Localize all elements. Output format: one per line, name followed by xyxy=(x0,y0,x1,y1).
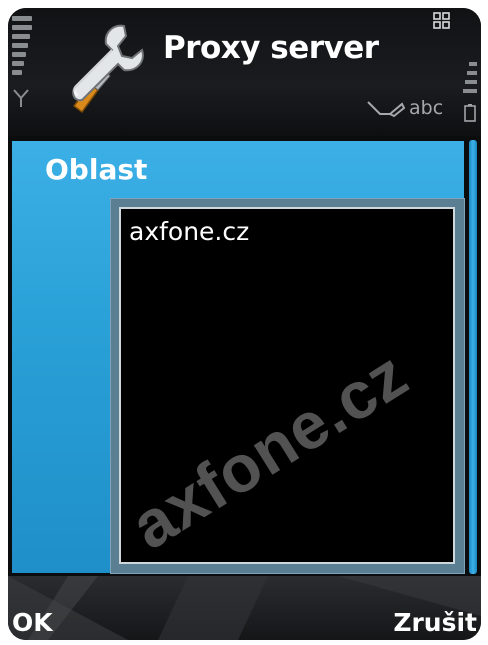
scrollbar[interactable] xyxy=(467,140,479,574)
input-mode-indicator: abc xyxy=(409,97,444,119)
status-header: Proxy server abc xyxy=(8,8,481,136)
softkey-bar: OK Zrušit xyxy=(8,576,481,640)
ok-softkey[interactable]: OK xyxy=(12,608,53,637)
field-panel: Oblast axfone.cz xyxy=(12,141,465,574)
text-input-frame: axfone.cz xyxy=(110,198,465,574)
scrollbar-thumb[interactable] xyxy=(469,140,477,574)
grid-menu-icon[interactable] xyxy=(433,12,451,30)
antenna-icon xyxy=(13,89,29,107)
form-area: Oblast axfone.cz xyxy=(8,136,481,576)
wrench-tools-icon xyxy=(72,24,144,114)
cancel-softkey[interactable]: Zrušit xyxy=(393,608,477,637)
pen-edit-icon xyxy=(367,101,406,118)
battery-level-bars xyxy=(463,62,477,102)
battery-icon xyxy=(464,104,476,122)
input-value: axfone.cz xyxy=(129,217,250,246)
phone-screen: Proxy server abc Oblast axfone.cz OK Zru… xyxy=(8,8,481,640)
field-label: Oblast xyxy=(45,153,148,186)
page-title: Proxy server xyxy=(163,30,379,66)
signal-strength-icon xyxy=(12,16,32,82)
domain-input[interactable]: axfone.cz xyxy=(119,207,455,564)
